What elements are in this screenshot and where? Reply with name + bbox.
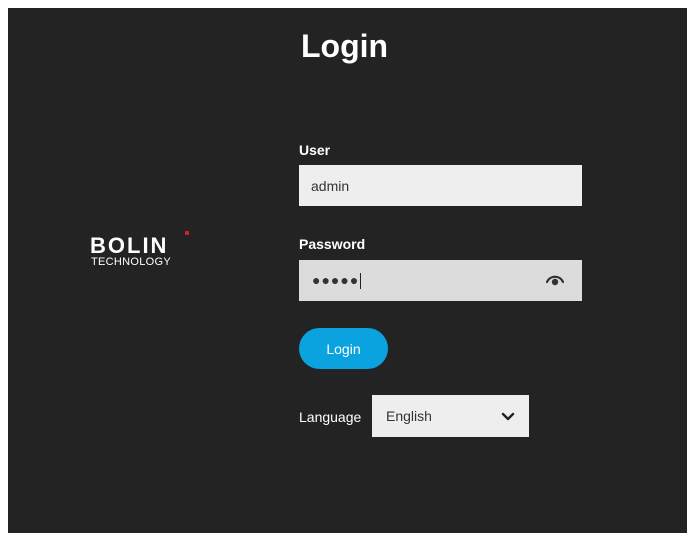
logo-accent-dot [185,231,189,235]
login-button[interactable]: Login [299,328,388,369]
chevron-down-icon [501,410,515,422]
language-selected-value: English [386,408,432,424]
password-dots-text: ●●●●● [312,272,360,288]
user-label: User [299,142,331,158]
password-mask: ●●●●● [312,272,362,290]
password-field[interactable]: ●●●●● [299,260,582,301]
logo-wordmark: BOLIN [90,233,169,258]
language-label: Language [299,409,362,425]
page-title: Login [301,28,389,64]
password-label: Password [299,236,366,252]
language-select[interactable]: English [372,395,529,437]
user-input[interactable] [299,165,582,206]
logo-tagline: TECHNOLOGY [91,256,172,268]
login-panel: Login BOLIN TECHNOLOGY User Password ●●●… [8,8,687,533]
eye-icon[interactable] [545,273,565,287]
text-caret [360,273,362,290]
brand-logo: BOLIN TECHNOLOGY [90,231,210,275]
